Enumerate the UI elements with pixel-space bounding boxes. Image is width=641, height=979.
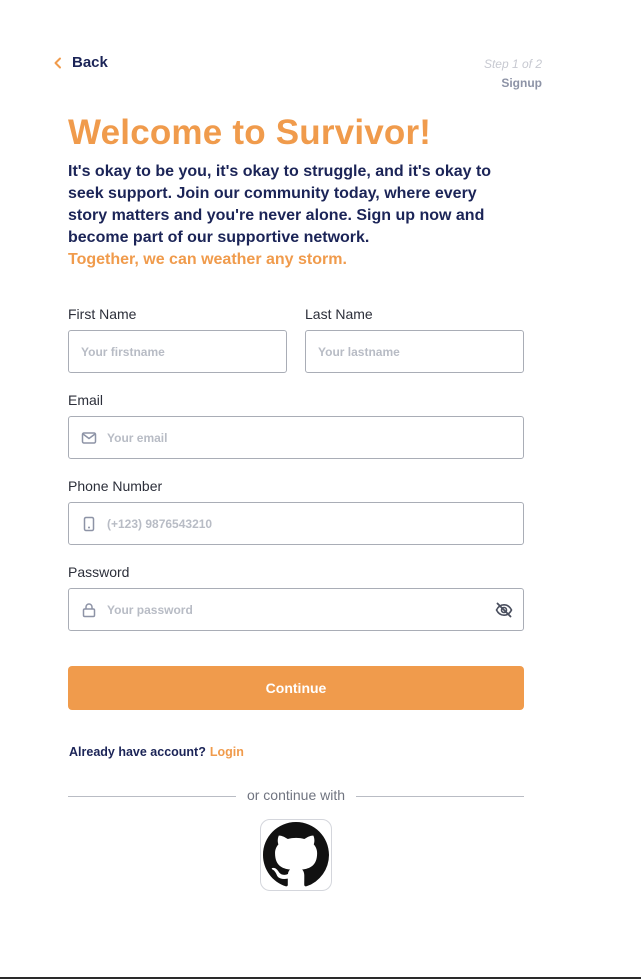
- mail-icon: [81, 430, 97, 446]
- phone-label: Phone Number: [68, 478, 163, 494]
- password-label: Password: [68, 564, 130, 580]
- first-name-label: First Name: [68, 306, 137, 322]
- intro-text: It's okay to be you, it's okay to strugg…: [68, 163, 492, 246]
- login-link[interactable]: Login: [210, 745, 244, 759]
- github-login-button[interactable]: [260, 819, 332, 891]
- back-label: Back: [72, 54, 108, 71]
- login-prompt-text: Already have account?: [69, 745, 206, 759]
- back-button[interactable]: Back: [52, 54, 108, 71]
- divider-text: or continue with: [240, 787, 352, 803]
- divider-right: [356, 796, 524, 797]
- email-field[interactable]: Your email: [68, 416, 524, 459]
- phone-field[interactable]: (+123) 9876543210: [68, 502, 524, 545]
- continue-button[interactable]: Continue: [68, 666, 524, 710]
- phone-placeholder: (+123) 9876543210: [107, 516, 213, 531]
- first-name-placeholder: Your firstname: [81, 344, 165, 359]
- last-name-field[interactable]: Your lastname: [305, 330, 524, 373]
- email-placeholder: Your email: [107, 430, 168, 445]
- password-field[interactable]: Your password: [68, 588, 524, 631]
- divider-left: [68, 796, 236, 797]
- email-label: Email: [68, 392, 104, 408]
- chevron-left-icon: [54, 57, 61, 68]
- lock-icon: [81, 602, 97, 618]
- step-indicator: Step 1 of 2 Signup: [484, 57, 542, 90]
- first-name-field[interactable]: Your firstname: [68, 330, 287, 373]
- phone-icon: [81, 516, 97, 532]
- eye-off-icon[interactable]: [495, 601, 513, 619]
- tagline: Together, we can weather any storm.: [68, 251, 347, 268]
- github-icon: [263, 822, 329, 887]
- page-title: Welcome to Survivor!: [68, 113, 432, 152]
- password-placeholder: Your password: [107, 602, 193, 617]
- step-count: Step 1 of 2: [483, 57, 542, 71]
- signup-page: Back Step 1 of 2 Signup Welcome to Survi…: [0, 0, 641, 979]
- login-prompt: Already have account? Login: [69, 745, 244, 759]
- last-name-label: Last Name: [305, 306, 373, 322]
- step-name: Signup: [501, 76, 542, 90]
- last-name-placeholder: Your lastname: [318, 344, 400, 359]
